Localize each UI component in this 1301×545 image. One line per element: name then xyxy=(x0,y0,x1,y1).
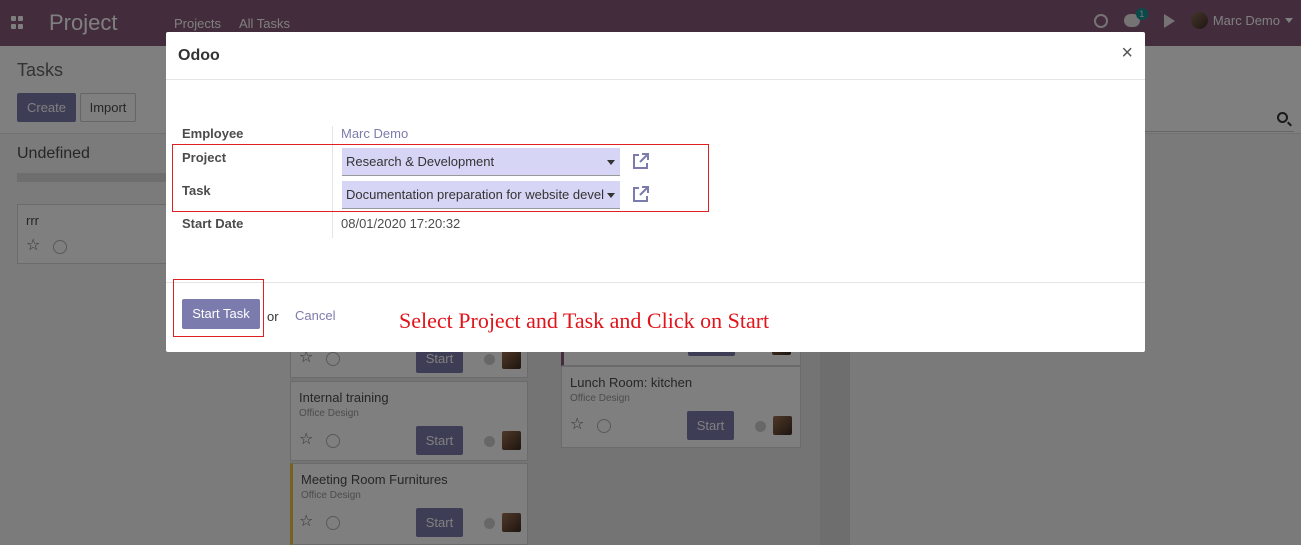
employee-value[interactable]: Marc Demo xyxy=(341,126,408,141)
or-text: or xyxy=(267,309,279,324)
start-date-label: Start Date xyxy=(182,216,244,231)
dialog-header: Odoo × xyxy=(166,32,1145,80)
cancel-link[interactable]: Cancel xyxy=(295,308,335,323)
dialog-title: Odoo xyxy=(178,47,220,64)
dialog-footer: Start Task or Cancel xyxy=(166,279,1145,352)
employee-label: Employee xyxy=(182,126,244,141)
project-task-highlight xyxy=(172,144,709,212)
start-date-value: 08/01/2020 17:20:32 xyxy=(341,216,461,231)
close-icon[interactable]: × xyxy=(1121,43,1133,63)
dialog-body: Employee Marc Demo Project Research & De… xyxy=(166,80,1145,333)
start-task-dialog: Odoo × Employee Marc Demo Project Resear… xyxy=(166,32,1145,352)
start-button-highlight xyxy=(173,279,264,337)
